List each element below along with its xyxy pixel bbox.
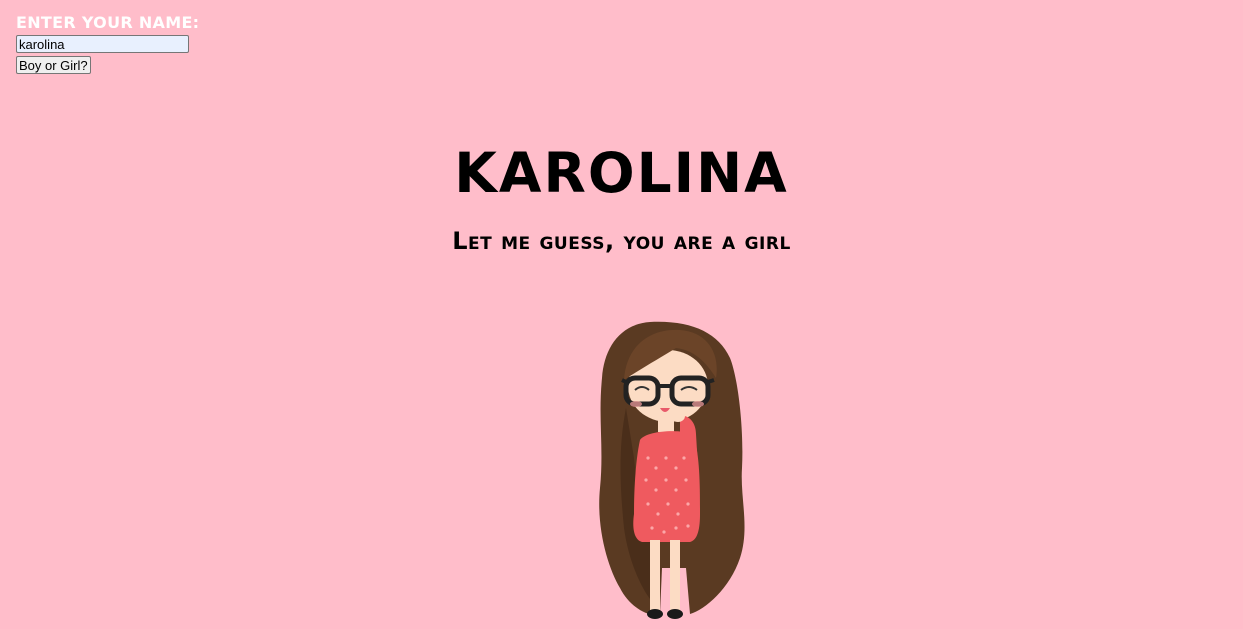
girl-illustration	[599, 321, 745, 619]
hand	[671, 410, 685, 422]
result-section: karolina Let me guess, you are a girl	[0, 122, 1243, 256]
left-leg	[650, 540, 660, 610]
result-name: karolina	[454, 121, 789, 211]
name-label: ENTER YOUR NAME:	[16, 13, 200, 32]
name-form: ENTER YOUR NAME: Boy or Girl?	[16, 13, 199, 74]
result-message: Let me guess, you are a girl	[452, 227, 791, 255]
left-shoe	[647, 609, 663, 619]
name-input[interactable]	[16, 35, 189, 53]
right-shoe	[667, 609, 683, 619]
boy-or-girl-button[interactable]: Boy or Girl?	[16, 56, 91, 74]
right-leg	[670, 540, 680, 610]
